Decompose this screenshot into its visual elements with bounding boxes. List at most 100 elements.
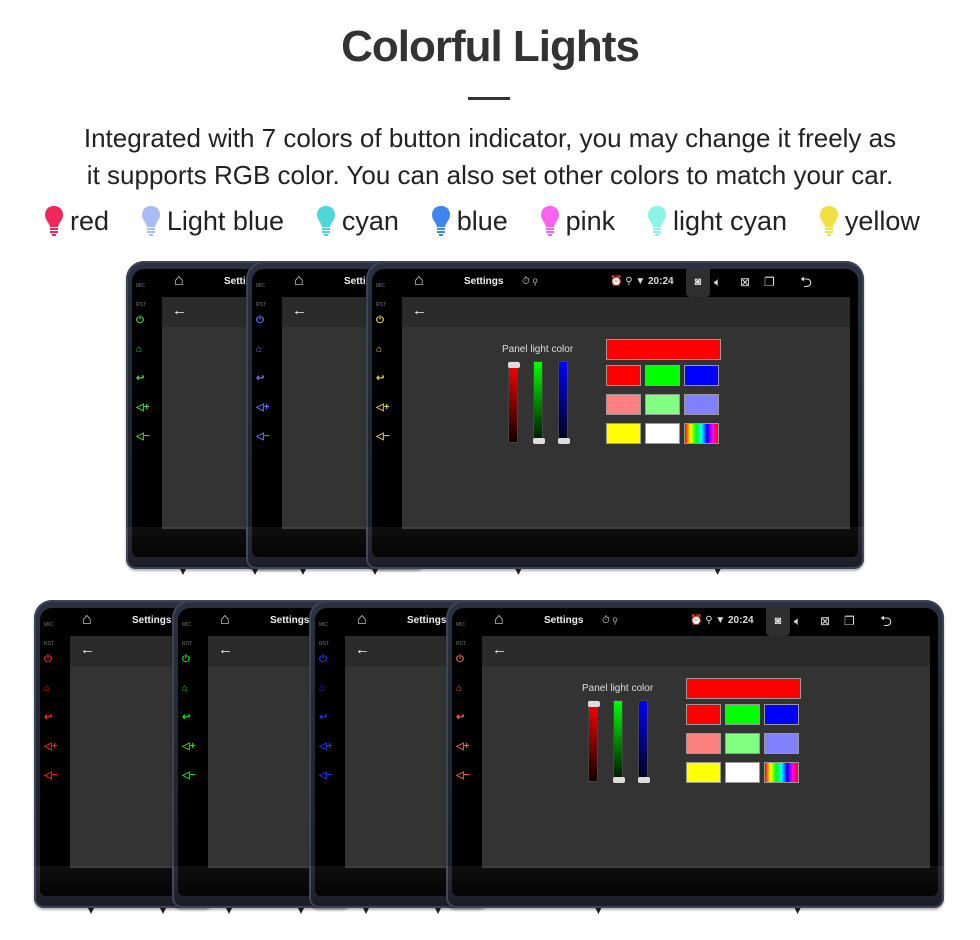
color-swatch[interactable]	[725, 733, 760, 754]
volume-icon[interactable]: 🔈︎	[794, 614, 801, 629]
status-bar: ⌂ Settings ⏱ ⚲ ⏰ ⚲ ▼ 20:24 ◙ 🔈︎ ⊠ ❐ ⮌	[402, 269, 864, 297]
mic-label: MIC	[136, 283, 146, 289]
recent-apps-icon[interactable]: ❐	[764, 275, 775, 289]
power-icon[interactable]: ⏻	[182, 655, 190, 665]
volume-up-icon[interactable]: ◁+	[256, 403, 270, 413]
color-preview	[606, 339, 721, 360]
power-icon[interactable]: ⏻	[44, 655, 52, 665]
mount-foot	[595, 908, 602, 914]
blue-slider[interactable]	[638, 700, 650, 783]
back-nav-icon[interactable]: ⮌	[800, 272, 812, 297]
back-nav-icon[interactable]: ⮌	[880, 611, 892, 636]
screenshot-icon[interactable]: ◙	[686, 269, 710, 297]
green-slider[interactable]	[533, 361, 545, 444]
volume-up-icon[interactable]: ◁+	[456, 742, 470, 752]
close-app-icon[interactable]: ⊠	[820, 614, 830, 628]
volume-up-icon[interactable]: ◁+	[136, 403, 150, 413]
volume-down-icon[interactable]: ◁−	[456, 771, 470, 781]
color-swatch[interactable]	[645, 365, 680, 386]
back-icon[interactable]: ↩	[44, 713, 52, 723]
color-swatch[interactable]	[725, 704, 760, 725]
color-swatch[interactable]	[686, 704, 721, 725]
color-swatch[interactable]	[764, 704, 799, 725]
color-swatch[interactable]	[606, 365, 641, 386]
color-swatch[interactable]	[764, 762, 799, 783]
mic-label: MIC	[44, 622, 54, 628]
back-icon[interactable]: ↩	[136, 374, 144, 384]
volume-down-icon[interactable]: ◁−	[319, 771, 333, 781]
power-icon[interactable]: ⏻	[256, 316, 264, 326]
back-arrow-icon[interactable]: ←	[80, 641, 95, 658]
back-arrow-icon[interactable]: ←	[292, 302, 307, 319]
screen-topbar: ←	[402, 297, 850, 327]
blue-slider-thumb[interactable]	[638, 777, 650, 783]
home-icon[interactable]: ⌂	[174, 272, 184, 290]
red-slider-thumb[interactable]	[508, 362, 520, 368]
home-icon[interactable]: ⌂	[494, 611, 504, 629]
color-swatch[interactable]	[645, 423, 680, 444]
green-slider-thumb[interactable]	[533, 438, 545, 444]
color-swatch[interactable]	[686, 733, 721, 754]
mount-foot	[180, 569, 186, 575]
home-icon[interactable]: ⌂	[82, 611, 92, 629]
red-slider[interactable]	[508, 361, 520, 443]
volume-down-icon[interactable]: ◁−	[182, 771, 196, 781]
home-icon[interactable]: ⌂	[136, 345, 142, 355]
volume-icon[interactable]: 🔈︎	[714, 275, 721, 290]
recent-apps-icon[interactable]: ❐	[844, 614, 855, 628]
red-slider[interactable]	[588, 700, 600, 782]
back-icon[interactable]: ↩	[376, 374, 384, 384]
color-swatch[interactable]	[606, 394, 641, 415]
back-arrow-icon[interactable]: ←	[412, 302, 427, 319]
home-icon[interactable]: ⌂	[294, 272, 304, 290]
volume-down-icon[interactable]: ◁−	[136, 432, 150, 442]
home-icon[interactable]: ⌂	[456, 684, 462, 694]
back-arrow-icon[interactable]: ←	[492, 641, 507, 658]
home-icon[interactable]: ⌂	[357, 611, 367, 629]
mount-foot	[372, 569, 378, 575]
back-icon[interactable]: ↩	[182, 713, 190, 723]
green-slider-thumb[interactable]	[613, 777, 625, 783]
back-arrow-icon[interactable]: ←	[355, 641, 370, 658]
color-swatch[interactable]	[645, 394, 680, 415]
green-slider[interactable]	[613, 700, 625, 783]
home-icon[interactable]: ⌂	[220, 611, 230, 629]
power-icon[interactable]: ⏻	[319, 655, 327, 665]
home-icon[interactable]: ⌂	[256, 345, 262, 355]
close-app-icon[interactable]: ⊠	[740, 275, 750, 289]
color-swatch[interactable]	[606, 423, 641, 444]
back-icon[interactable]: ↩	[456, 713, 464, 723]
home-icon[interactable]: ⌂	[319, 684, 325, 694]
home-icon[interactable]: ⌂	[44, 684, 50, 694]
volume-down-icon[interactable]: ◁−	[376, 432, 390, 442]
mount-foot	[88, 908, 94, 914]
back-icon[interactable]: ↩	[256, 374, 264, 384]
home-icon[interactable]: ⌂	[414, 272, 424, 290]
back-icon[interactable]: ↩	[319, 713, 327, 723]
power-icon[interactable]: ⏻	[136, 316, 144, 326]
home-icon[interactable]: ⌂	[376, 345, 382, 355]
volume-down-icon[interactable]: ◁−	[256, 432, 270, 442]
color-swatch[interactable]	[684, 365, 719, 386]
color-swatch[interactable]	[686, 762, 721, 783]
power-icon[interactable]: ⏻	[456, 655, 464, 665]
volume-up-icon[interactable]: ◁+	[182, 742, 196, 752]
screenshot-icon[interactable]: ◙	[766, 608, 790, 636]
side-key-panel: MIC RST ⏻ ⌂ ↩ ◁+ ◁−	[246, 261, 282, 569]
color-swatch[interactable]	[764, 733, 799, 754]
back-arrow-icon[interactable]: ←	[218, 641, 233, 658]
volume-up-icon[interactable]: ◁+	[376, 403, 390, 413]
volume-down-icon[interactable]: ◁−	[44, 771, 58, 781]
volume-up-icon[interactable]: ◁+	[44, 742, 58, 752]
blue-slider-thumb[interactable]	[558, 438, 570, 444]
screen-title: Settings	[544, 615, 584, 626]
volume-up-icon[interactable]: ◁+	[319, 742, 333, 752]
power-icon[interactable]: ⏻	[376, 316, 384, 326]
color-swatch[interactable]	[684, 394, 719, 415]
back-arrow-icon[interactable]: ←	[172, 302, 187, 319]
blue-slider[interactable]	[558, 361, 570, 444]
red-slider-thumb[interactable]	[588, 701, 600, 707]
home-icon[interactable]: ⌂	[182, 684, 188, 694]
color-swatch[interactable]	[684, 423, 719, 444]
color-swatch[interactable]	[725, 762, 760, 783]
